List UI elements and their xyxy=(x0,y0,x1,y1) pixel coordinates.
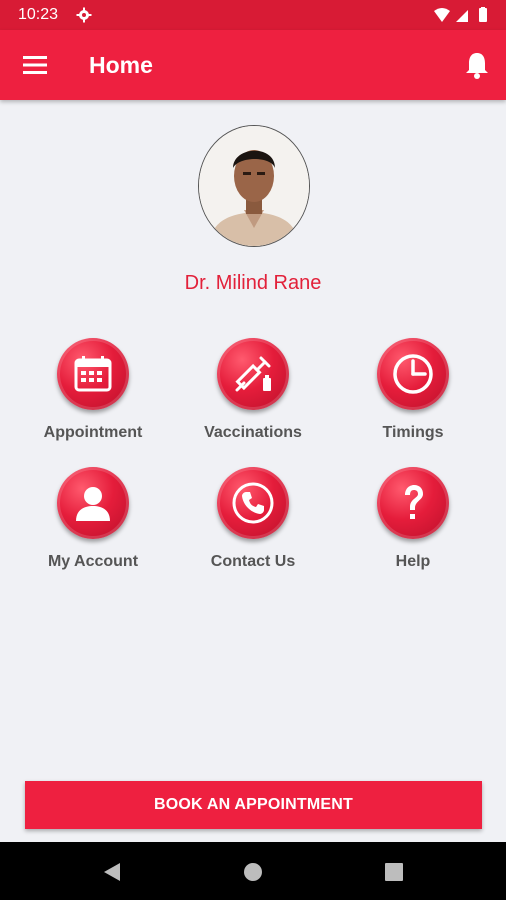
help-label: Help xyxy=(395,553,431,570)
back-icon[interactable] xyxy=(100,860,124,884)
page-title: Home xyxy=(89,52,153,78)
my-account-tile[interactable]: My Account xyxy=(13,467,173,587)
vaccinations-button[interactable] xyxy=(217,338,289,410)
user-icon xyxy=(76,487,110,521)
status-time: 10:23 xyxy=(18,6,59,23)
contact-us-label: Contact Us xyxy=(210,553,296,570)
hamburger-menu-icon[interactable] xyxy=(22,54,48,76)
phone-icon xyxy=(232,482,274,524)
contact-us-button[interactable] xyxy=(217,467,289,539)
notification-bell-icon[interactable] xyxy=(464,50,490,80)
help-button[interactable] xyxy=(377,467,449,539)
my-account-button[interactable] xyxy=(57,467,129,539)
help-tile[interactable]: Help xyxy=(333,467,493,587)
appointment-tile[interactable]: Appointment xyxy=(13,338,173,458)
timings-label: Timings xyxy=(382,424,444,441)
syringe-icon xyxy=(235,356,271,392)
doctor-name: Dr. Milind Rane xyxy=(184,272,322,294)
app-bar: Home xyxy=(0,30,506,100)
battery-icon xyxy=(479,8,487,22)
doctor-avatar xyxy=(198,125,310,247)
book-appointment-button[interactable]: BOOK AN APPOINTMENT xyxy=(25,781,482,829)
home-icon[interactable] xyxy=(241,860,265,884)
wifi-icon xyxy=(434,8,450,22)
vaccinations-label: Vaccinations xyxy=(204,424,302,441)
timings-tile[interactable]: Timings xyxy=(333,338,493,458)
contact-us-tile[interactable]: Contact Us xyxy=(173,467,333,587)
status-bar: 10:23 xyxy=(0,0,506,30)
my-account-label: My Account xyxy=(47,553,139,570)
recents-icon[interactable] xyxy=(382,860,406,884)
system-nav-bar xyxy=(0,842,506,900)
signal-icon xyxy=(456,10,468,22)
appointment-label: Appointment xyxy=(43,424,143,441)
status-icons xyxy=(434,7,487,22)
clock-icon xyxy=(393,354,433,394)
timings-button[interactable] xyxy=(377,338,449,410)
calendar-icon xyxy=(74,356,112,392)
vaccinations-tile[interactable]: Vaccinations xyxy=(173,338,333,458)
appointment-button[interactable] xyxy=(57,338,129,410)
question-icon xyxy=(405,485,423,519)
settings-gear-icon xyxy=(76,7,92,23)
